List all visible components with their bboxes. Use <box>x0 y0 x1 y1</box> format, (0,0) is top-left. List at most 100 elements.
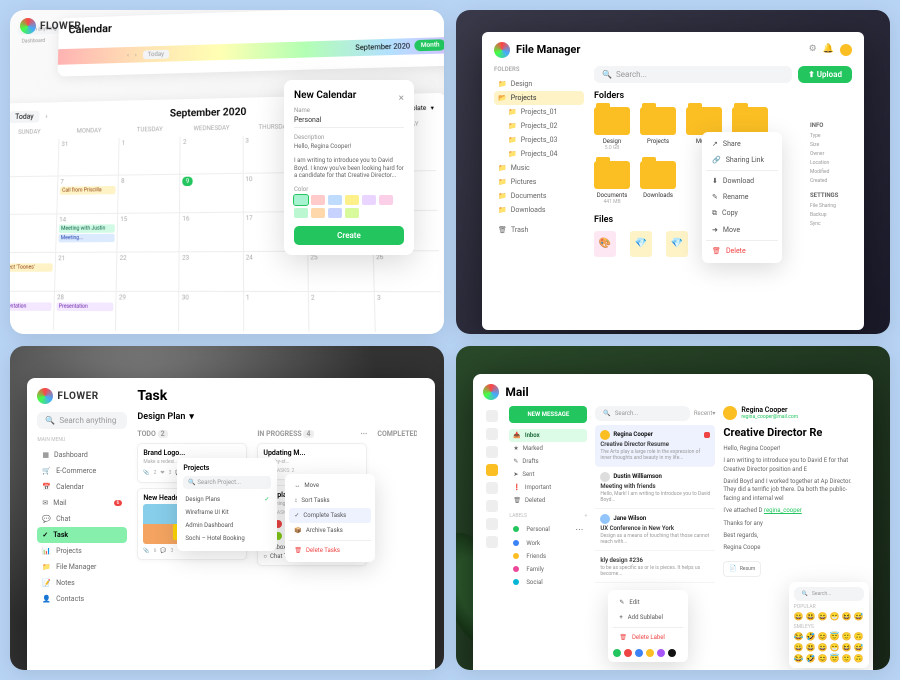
nav-notes[interactable]: 📝 Notes <box>37 575 127 591</box>
emoji[interactable]: 🤣 <box>806 632 816 641</box>
today-button[interactable]: Today <box>143 50 169 60</box>
event-call[interactable]: Call from Priscilla <box>60 186 116 195</box>
search-input[interactable]: 🔍 Search... <box>594 66 792 83</box>
color-swatch[interactable] <box>294 195 308 205</box>
upload-button[interactable]: ⬆ Upload <box>798 66 852 83</box>
rail-icon[interactable] <box>486 428 498 440</box>
prev-arrow-icon[interactable]: ‹ <box>127 52 129 59</box>
nav-ecommerce[interactable]: 🛒 E-Commerce <box>37 463 127 479</box>
more-icon[interactable]: ⋯ <box>360 430 367 438</box>
tree-item-music[interactable]: 📁 Music <box>494 161 584 175</box>
label-social[interactable]: Social <box>509 576 587 589</box>
ctx-copy[interactable]: ⧉ Copy <box>706 205 778 222</box>
nav-mail[interactable]: ✉ Mail6 <box>37 495 127 511</box>
view-month-toggle[interactable]: Month <box>414 39 444 51</box>
tree-item[interactable]: 📁 Projects_04 <box>504 147 584 161</box>
tree-item-documents[interactable]: 📁 Documents <box>494 189 584 203</box>
event-project[interactable]: Project 'Toones' <box>10 263 53 271</box>
emoji[interactable]: 😄 <box>818 643 828 652</box>
emoji[interactable]: 😊 <box>818 654 828 663</box>
user-avatar[interactable] <box>840 44 852 56</box>
emoji[interactable]: 😃 <box>806 643 816 652</box>
color-dot[interactable] <box>646 649 654 657</box>
message-item[interactable]: kly design #236 to be as specific as or … <box>595 551 715 583</box>
project-option[interactable]: Design Plans✓ <box>183 493 271 506</box>
rail-icon[interactable] <box>486 500 498 512</box>
color-swatch[interactable] <box>311 195 325 205</box>
nav-task[interactable]: ✓ Task <box>37 527 127 543</box>
nav-file-manager[interactable]: 📁 File Manager <box>37 559 127 575</box>
nav-calendar[interactable]: 📅 Calendar <box>37 479 127 495</box>
tree-item-design[interactable]: 📁 Design <box>494 77 584 91</box>
ctx-download[interactable]: ⬇ Download <box>706 173 778 189</box>
rail-mail-icon[interactable] <box>486 464 498 476</box>
bell-icon[interactable]: 🔔 <box>823 44 834 56</box>
emoji[interactable]: 😁 <box>830 612 840 621</box>
label-personal[interactable]: Personal⋯ <box>509 522 587 537</box>
event-meeting[interactable]: Meeting... <box>59 234 115 243</box>
nav-projects[interactable]: 📊 Projects <box>37 543 127 559</box>
attachment-chip[interactable]: 📄 Resum <box>723 561 761 577</box>
project-option[interactable]: Sochi – Hotel Booking <box>183 532 271 545</box>
color-swatch[interactable] <box>328 195 342 205</box>
color-dot[interactable] <box>635 649 643 657</box>
tree-item[interactable]: 📁 Projects_03 <box>504 133 584 147</box>
event-presentation-2[interactable]: Presentation <box>57 302 114 311</box>
rail-icon[interactable] <box>486 482 498 494</box>
emoji[interactable]: 😅 <box>854 643 864 652</box>
folder-item[interactable]: Downloads <box>640 161 676 205</box>
emoji[interactable]: 😂 <box>794 654 804 663</box>
message-item[interactable]: Jane Wilson UX Conference in New York De… <box>595 509 715 551</box>
sketch-file-icon[interactable]: 💎 <box>666 231 688 257</box>
tree-item-trash[interactable]: 🗑 Trash <box>494 223 584 237</box>
settings-icon[interactable]: ⚙ <box>809 44 817 56</box>
label-family[interactable]: Family <box>509 563 587 576</box>
emoji[interactable]: 😁 <box>830 643 840 652</box>
action-sort[interactable]: ↕ Sort Tasks <box>289 493 371 508</box>
emoji[interactable]: 🙃 <box>854 654 864 663</box>
emoji[interactable]: 😇 <box>830 654 840 663</box>
color-swatch[interactable] <box>362 195 376 205</box>
action-archive[interactable]: 📦 Archive Tasks <box>289 523 371 538</box>
emoji[interactable]: 😆 <box>842 643 852 652</box>
color-dot[interactable] <box>613 649 621 657</box>
attachment-link[interactable]: regina_cooper <box>764 507 802 514</box>
event-presentation[interactable]: Presentation <box>10 302 52 311</box>
message-item[interactable]: Regina Cooper Creative Director Resume T… <box>595 425 715 467</box>
next-arrow-icon[interactable]: › <box>135 52 137 59</box>
color-dot[interactable] <box>668 649 676 657</box>
color-swatch[interactable] <box>345 195 359 205</box>
label-friends[interactable]: Friends <box>509 550 587 563</box>
search-input[interactable]: 🔍 Search anything <box>37 412 127 429</box>
folder-important[interactable]: ❗ Important <box>509 481 587 494</box>
color-swatch[interactable] <box>328 208 342 218</box>
emoji-search-input[interactable]: 🔍 Search... <box>794 587 864 601</box>
folder-deleted[interactable]: 🗑 Deleted <box>509 494 587 507</box>
label-add-sub[interactable]: + Add Sublabel <box>613 610 683 625</box>
color-dot[interactable] <box>657 649 665 657</box>
ctx-delete[interactable]: 🗑 Delete <box>706 243 778 259</box>
tree-item[interactable]: 📁 Projects_02 <box>504 119 584 133</box>
color-swatch[interactable] <box>294 208 308 218</box>
rail-icon[interactable] <box>486 410 498 422</box>
emoji[interactable]: 😅 <box>854 612 864 621</box>
emoji[interactable]: 🙂 <box>842 654 852 663</box>
chevron-down-icon[interactable]: ▾ <box>430 104 434 111</box>
rail-icon[interactable] <box>486 536 498 548</box>
folder-marked[interactable]: ★ Marked <box>509 442 587 455</box>
rail-icon[interactable] <box>486 518 498 530</box>
figma-file-icon[interactable]: 🎨 <box>594 231 616 257</box>
action-move[interactable]: ↔ Move <box>289 478 371 493</box>
today-button-2[interactable]: Today <box>10 111 40 124</box>
color-swatch[interactable] <box>345 208 359 218</box>
emoji[interactable]: 😀 <box>794 612 804 621</box>
plan-selector[interactable]: Design Plan ▾ <box>137 412 425 422</box>
label-delete[interactable]: 🗑 Delete Label <box>613 630 683 645</box>
rail-icon[interactable] <box>486 446 498 458</box>
tree-item-projects[interactable]: 📂 Projects <box>494 91 584 105</box>
emoji[interactable]: 😂 <box>794 632 804 641</box>
project-search-input[interactable]: 🔍 Search Project... <box>183 476 271 489</box>
folder-item[interactable]: Documents441 MB <box>594 161 630 205</box>
action-delete[interactable]: 🗑 Delete Tasks <box>289 543 371 558</box>
folder-item[interactable]: Design5.0 GB <box>594 107 630 151</box>
